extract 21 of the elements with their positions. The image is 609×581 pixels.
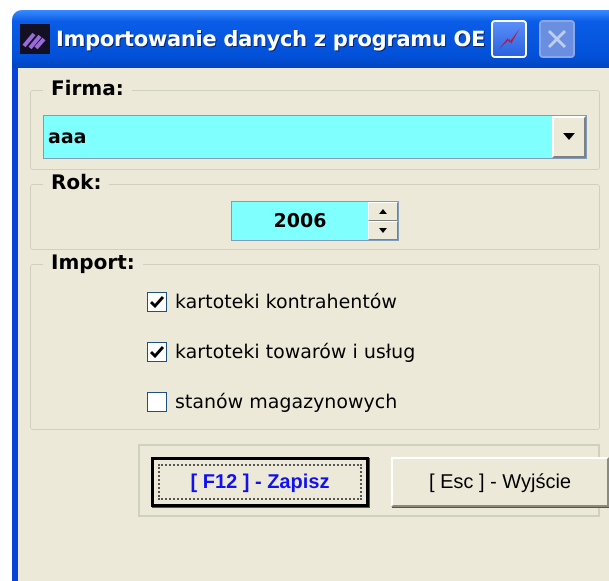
close-button[interactable] — [539, 20, 576, 58]
checkbox[interactable] — [147, 392, 167, 412]
dropdown-arrow-icon — [563, 133, 575, 141]
down-arrow-icon — [379, 228, 387, 233]
lightning-icon — [496, 26, 522, 52]
checkbox[interactable] — [147, 292, 167, 312]
checkbox-label: kartoteki kontrahentów — [175, 291, 397, 313]
window-title: Importowanie danych z programu OE — [56, 27, 486, 51]
firma-dropdown[interactable]: aaa — [43, 115, 587, 159]
dialog-button[interactable]: [ Esc ] - Wyjście — [391, 457, 609, 507]
dialog-button[interactable]: [ F12 ] - Zapisz — [151, 457, 369, 507]
close-icon — [546, 28, 568, 50]
year-spinner[interactable]: 2006 — [231, 201, 399, 241]
check-icon — [150, 295, 164, 309]
checkbox-label: kartoteki towarów i usług — [175, 341, 416, 363]
app-button[interactable] — [491, 20, 528, 58]
check-icon — [150, 345, 164, 359]
up-arrow-icon — [379, 209, 387, 214]
checkbox[interactable] — [147, 342, 167, 362]
app-icon — [20, 24, 50, 54]
checkbox-label: stanów magazynowych — [175, 391, 398, 413]
